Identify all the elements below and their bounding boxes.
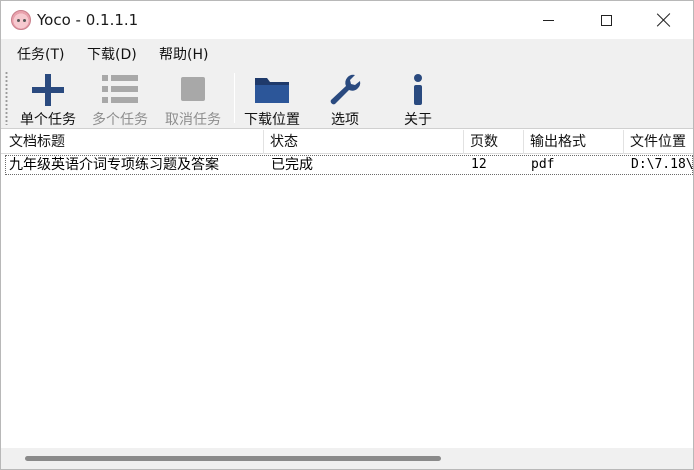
menu-help[interactable]: 帮助(H) xyxy=(159,44,208,64)
plus-icon xyxy=(32,74,64,106)
scrollbar-thumb[interactable] xyxy=(25,456,441,461)
download-location-button[interactable]: 下载位置 xyxy=(239,69,305,128)
minimize-button[interactable] xyxy=(519,1,577,39)
toolbar-grip[interactable] xyxy=(5,71,8,125)
single-task-button[interactable]: 单个任务 xyxy=(13,69,83,128)
toolbar-separator xyxy=(234,73,235,123)
multi-task-button[interactable]: 多个任务 xyxy=(87,69,153,128)
toolbar: 单个任务 多个任务 取消任务 下载位置 选项 关于 xyxy=(1,67,693,129)
single-task-label: 单个任务 xyxy=(20,112,76,128)
cell-format: pdf xyxy=(531,157,555,172)
options-label: 选项 xyxy=(331,112,359,128)
options-button[interactable]: 选项 xyxy=(317,69,373,128)
multi-task-label: 多个任务 xyxy=(92,112,148,128)
task-table[interactable]: 文档标题 状态 页数 输出格式 文件位置 九年级英语介词专项练习题及答案 已完成… xyxy=(1,130,693,448)
column-header-pages[interactable]: 页数 xyxy=(464,130,524,154)
table-row[interactable]: 九年级英语介词专项练习题及答案 已完成 12 pdf D:\7.18\ xyxy=(5,155,693,175)
menu-task[interactable]: 任务(T) xyxy=(17,44,64,64)
minimize-icon xyxy=(542,19,554,21)
cell-title: 九年级英语介词专项练习题及答案 xyxy=(9,157,219,173)
cell-location: D:\7.18\ xyxy=(631,157,693,172)
horizontal-scrollbar[interactable] xyxy=(1,448,693,469)
download-location-label: 下载位置 xyxy=(244,112,300,128)
menu-bar: 任务(T) 下载(D) 帮助(H) xyxy=(1,39,693,67)
cancel-task-label: 取消任务 xyxy=(165,112,221,128)
cell-status: 已完成 xyxy=(271,157,313,173)
app-logo-icon xyxy=(11,10,31,30)
info-icon xyxy=(414,74,422,105)
wrench-icon xyxy=(330,74,361,105)
about-label: 关于 xyxy=(404,112,432,128)
cancel-task-button[interactable]: 取消任务 xyxy=(159,69,227,128)
column-header-format[interactable]: 输出格式 xyxy=(524,130,624,154)
app-window: Yoco - 0.1.1.1 任务(T) 下载(D) 帮助(H) 单个任务 多个… xyxy=(0,0,694,470)
column-header-location[interactable]: 文件位置 xyxy=(624,130,693,154)
about-button[interactable]: 关于 xyxy=(393,69,443,128)
close-button[interactable] xyxy=(635,1,693,39)
list-icon xyxy=(102,75,138,103)
folder-icon xyxy=(255,78,289,103)
column-header-status[interactable]: 状态 xyxy=(264,130,464,154)
table-header: 文档标题 状态 页数 输出格式 文件位置 xyxy=(1,130,693,154)
stop-icon xyxy=(181,77,205,101)
close-icon xyxy=(657,13,671,27)
title-bar[interactable]: Yoco - 0.1.1.1 xyxy=(1,1,693,39)
menu-download[interactable]: 下载(D) xyxy=(87,44,137,64)
column-header-title[interactable]: 文档标题 xyxy=(3,130,264,154)
maximize-icon xyxy=(600,14,612,26)
window-title: Yoco - 0.1.1.1 xyxy=(37,11,139,29)
maximize-button[interactable] xyxy=(577,1,635,39)
cell-pages: 12 xyxy=(471,157,487,172)
